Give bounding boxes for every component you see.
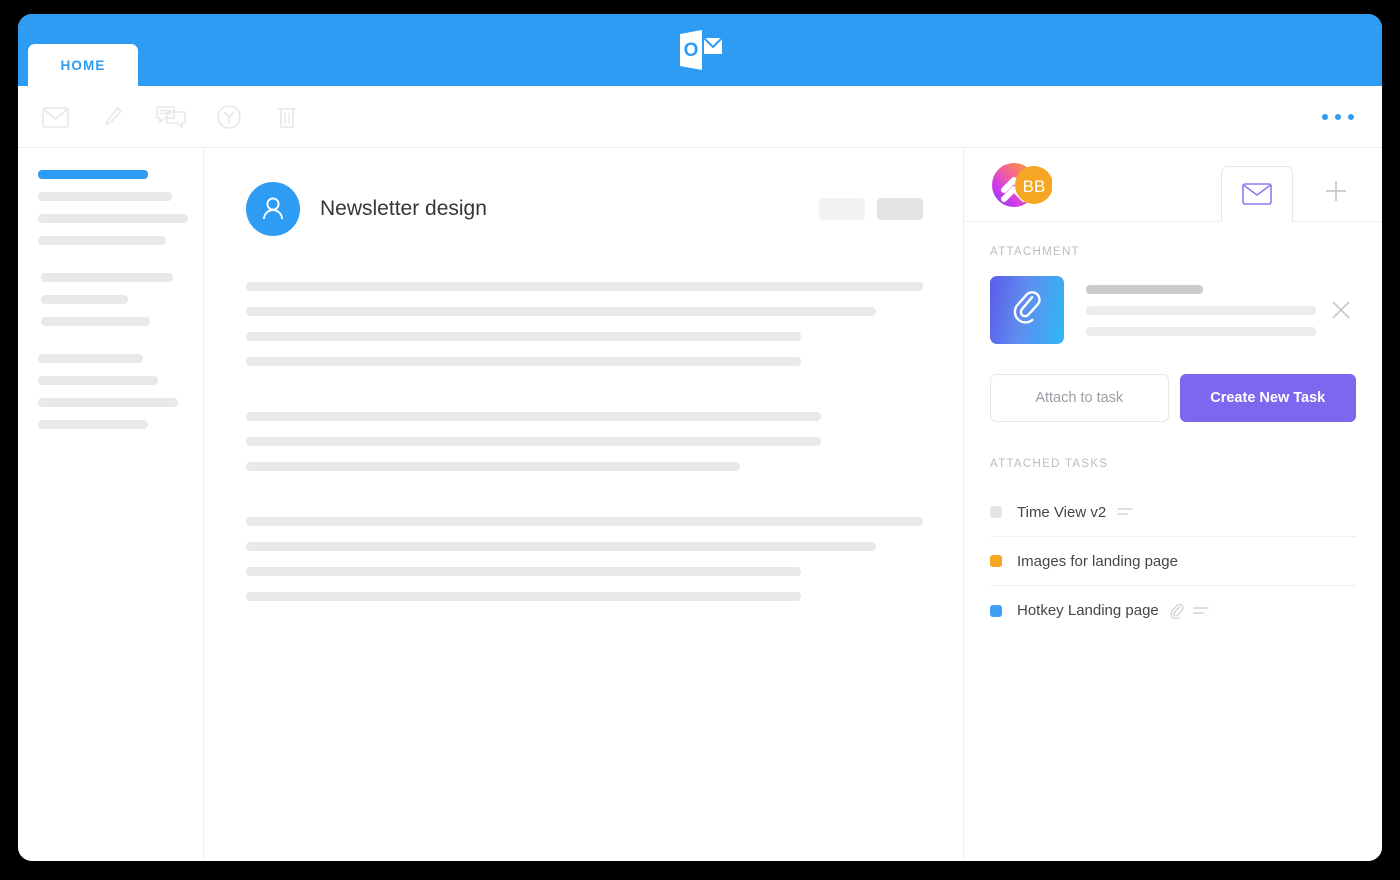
text-line — [246, 567, 802, 576]
sidebar-item[interactable] — [38, 354, 143, 363]
avatar — [246, 182, 300, 236]
svg-text:O: O — [684, 40, 699, 61]
attached-tasks-list: Time View v2 Images for landing page Hot… — [990, 488, 1356, 635]
pencil-icon[interactable] — [94, 98, 132, 136]
paperclip-icon — [1013, 291, 1041, 324]
sidebar-item[interactable] — [41, 273, 173, 282]
dot — [1322, 114, 1328, 120]
message-header: Newsletter design — [246, 182, 923, 236]
text-line — [246, 332, 802, 341]
sidebar-item[interactable] — [41, 317, 150, 326]
text-line — [246, 517, 923, 526]
description-icon — [1117, 508, 1134, 515]
mail-icon[interactable] — [36, 98, 74, 136]
attachment-meta-placeholder — [1086, 305, 1316, 315]
attachment-icon — [1170, 603, 1184, 619]
attachment-section-label: ATTACHMENT — [990, 246, 1080, 258]
sidebar-group — [38, 170, 189, 245]
body-area: Newsletter design BB ATTACHMENT Attach t… — [18, 148, 1382, 861]
attachment-item — [990, 276, 1356, 344]
avatar-initials: BB — [1023, 177, 1046, 196]
task-icon-group — [1170, 603, 1209, 619]
attachment-actions: Attach to task Create New Task — [990, 374, 1356, 422]
sidebar-item[interactable] — [38, 420, 148, 429]
plus-icon — [1326, 181, 1346, 201]
placeholder-button-1[interactable] — [819, 198, 865, 220]
envelope-icon — [1242, 183, 1272, 205]
tab-home-label: HOME — [60, 57, 106, 73]
placeholder-button-2[interactable] — [877, 198, 923, 220]
sidebar-item[interactable] — [38, 236, 166, 245]
page-title: Newsletter design — [320, 197, 487, 220]
clock-icon[interactable] — [210, 98, 248, 136]
sidebar — [18, 148, 204, 861]
panel-tab-bar: BB — [964, 148, 1382, 222]
clickup-panel: BB ATTACHMENT Attach to task Create New … — [964, 148, 1382, 861]
task-status-dot — [990, 506, 1002, 518]
text-line — [246, 592, 802, 601]
task-status-dot — [990, 555, 1002, 567]
title-bar: HOME O — [18, 14, 1382, 86]
task-name: Hotkey Landing page — [1017, 602, 1159, 619]
tab-home[interactable]: HOME — [28, 44, 138, 86]
clickup-logo: BB — [990, 161, 1053, 209]
text-line — [246, 282, 923, 291]
toolbar — [18, 86, 1382, 148]
dot — [1348, 114, 1354, 120]
text-line — [246, 462, 741, 471]
task-name: Time View v2 — [1017, 503, 1107, 521]
attachment-meta-placeholder — [1086, 326, 1316, 336]
sidebar-item[interactable] — [38, 192, 172, 201]
dot — [1335, 114, 1341, 120]
sidebar-group — [38, 273, 189, 326]
description-icon — [1192, 606, 1209, 614]
attachment-name-placeholder — [1086, 284, 1204, 294]
toolbar-icon-group — [36, 86, 306, 148]
outlook-logo: O — [676, 28, 724, 72]
sidebar-item[interactable] — [38, 398, 178, 407]
header-actions — [819, 198, 923, 220]
app-window: HOME O Newsletter design BB ATTACHMENT A… — [18, 14, 1382, 861]
message-paragraph — [246, 412, 923, 471]
close-icon[interactable] — [1326, 295, 1356, 325]
attach-to-task-button[interactable]: Attach to task — [990, 374, 1169, 422]
tab-mail[interactable] — [1221, 166, 1293, 222]
sidebar-item[interactable] — [38, 214, 188, 223]
text-line — [246, 307, 876, 316]
message-pane: Newsletter design — [204, 148, 964, 861]
task-row[interactable]: Hotkey Landing page — [990, 586, 1356, 635]
text-line — [246, 357, 802, 366]
task-row[interactable]: Images for landing page — [990, 537, 1356, 586]
attachment-thumbnail[interactable] — [990, 276, 1064, 344]
message-paragraph — [246, 282, 923, 366]
chat-icon[interactable] — [152, 98, 190, 136]
message-paragraph — [246, 517, 923, 601]
task-status-dot — [990, 604, 1002, 617]
text-line — [246, 437, 822, 446]
sidebar-item[interactable] — [38, 376, 158, 385]
text-line — [246, 412, 822, 421]
attached-tasks-label: ATTACHED TASKS — [990, 458, 1109, 470]
sidebar-item[interactable] — [41, 295, 128, 304]
task-icon-group — [1117, 507, 1134, 517]
attachment-placeholder-lines — [1086, 284, 1316, 336]
trash-icon[interactable] — [268, 98, 306, 136]
task-row[interactable]: Time View v2 — [990, 488, 1356, 537]
tab-add[interactable] — [1316, 173, 1356, 209]
more-options-icon[interactable] — [1322, 86, 1354, 148]
text-line — [246, 542, 876, 551]
sidebar-group — [38, 354, 189, 429]
create-new-task-button[interactable]: Create New Task — [1179, 374, 1356, 422]
sidebar-item-active[interactable] — [38, 170, 148, 179]
task-name: Images for landing page — [1017, 552, 1178, 570]
panel-body: ATTACHMENT Attach to task Create New Tas… — [964, 222, 1382, 635]
